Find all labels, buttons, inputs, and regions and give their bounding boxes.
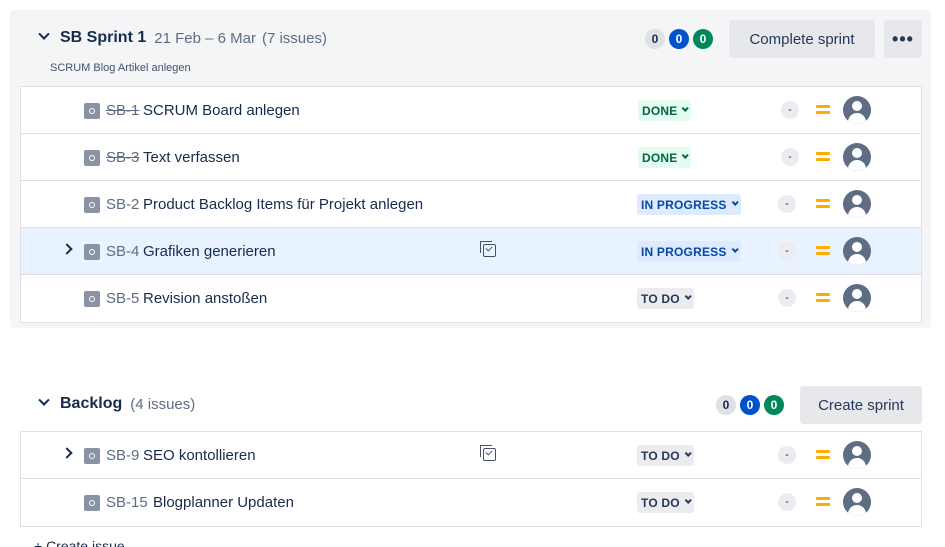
status-label: DONE: [642, 150, 678, 165]
subtasks-icon: [480, 445, 496, 461]
chevron-down-icon: [684, 496, 692, 504]
status-label: IN PROGRESS: [641, 197, 727, 212]
chevron-down-icon: [684, 292, 692, 300]
sprint-goal: SCRUM Blog Artikel anlegen: [50, 62, 191, 74]
chevron-down-icon: [731, 198, 739, 206]
sprint-issue-list: SB-1 SCRUM Board anlegen DONE - SB-3 Tex…: [20, 86, 922, 323]
task-icon: [84, 448, 100, 464]
task-icon: [84, 103, 100, 119]
issue-key[interactable]: SB-4: [106, 243, 139, 260]
issue-summary: Text verfassen: [143, 149, 240, 166]
story-points-badge[interactable]: -: [778, 493, 796, 511]
story-points-badge[interactable]: -: [778, 195, 796, 213]
assignee-avatar[interactable]: [843, 284, 871, 312]
issue-key[interactable]: SB-2: [106, 196, 139, 213]
chevron-down-icon[interactable]: [36, 32, 52, 44]
status-label: TO DO: [641, 291, 680, 306]
chevron-down-icon: [682, 104, 690, 112]
table-row[interactable]: SB-5 Revision anstoßen TO DO -: [21, 275, 921, 322]
issue-key[interactable]: SB-1: [106, 102, 139, 119]
story-points-badge[interactable]: -: [778, 289, 796, 307]
task-icon: [84, 244, 100, 260]
issue-summary: SCRUM Board anlegen: [143, 102, 300, 119]
table-row[interactable]: SB-9 SEO kontollieren TO DO -: [21, 432, 921, 479]
chevron-down-icon: [731, 245, 739, 253]
done-count-badge: 0: [693, 29, 713, 49]
priority-medium-icon: [816, 293, 830, 303]
chevron-down-icon: [684, 449, 692, 457]
chevron-right-icon[interactable]: [61, 243, 73, 255]
sprint-title: SB Sprint 1: [60, 29, 147, 46]
assignee-avatar[interactable]: [843, 488, 871, 516]
status-label: TO DO: [641, 495, 680, 510]
assignee-avatar[interactable]: [843, 237, 871, 265]
backlog-issue-count: (4 issues): [130, 395, 196, 413]
task-icon: [84, 197, 100, 213]
story-points-badge[interactable]: -: [781, 148, 799, 166]
issue-summary: Product Backlog Items für Projekt anlege…: [143, 196, 424, 213]
task-icon: [84, 150, 100, 166]
status-dropdown[interactable]: DONE: [638, 147, 692, 168]
table-row[interactable]: SB-15 Blogplanner Updaten TO DO -: [21, 479, 921, 526]
sprint-header[interactable]: SB Sprint 1 21 Feb – 6 Mar (7 issues): [36, 20, 327, 56]
issue-summary: SEO kontollieren: [143, 447, 256, 464]
issue-summary: Blogplanner Updaten: [153, 494, 294, 511]
backlog-title: Backlog: [60, 395, 123, 412]
status-dropdown[interactable]: TO DO: [637, 492, 694, 513]
status-dropdown[interactable]: TO DO: [637, 288, 694, 309]
priority-medium-icon: [816, 105, 830, 115]
task-icon: [84, 291, 100, 307]
assignee-avatar[interactable]: [843, 441, 871, 469]
issue-summary: Grafiken generieren: [143, 243, 276, 260]
issue-key[interactable]: SB-3: [106, 149, 139, 166]
assignee-avatar[interactable]: [843, 143, 871, 171]
in-progress-count-badge: 0: [740, 395, 760, 415]
issue-key[interactable]: SB-15: [106, 494, 148, 511]
priority-medium-icon: [816, 497, 830, 507]
story-points-badge[interactable]: -: [778, 242, 796, 260]
chevron-right-icon[interactable]: [61, 447, 73, 459]
in-progress-count-badge: 0: [669, 29, 689, 49]
sprint-dates: 21 Feb – 6 Mar: [154, 29, 256, 47]
create-issue-button[interactable]: + Create issue: [34, 538, 125, 547]
story-points-badge[interactable]: -: [781, 101, 799, 119]
status-dropdown[interactable]: IN PROGRESS: [637, 194, 741, 215]
status-dropdown[interactable]: DONE: [638, 100, 692, 121]
status-label: DONE: [642, 103, 678, 118]
table-row[interactable]: SB-4 Grafiken generieren IN PROGRESS -: [21, 228, 921, 275]
table-row[interactable]: SB-2 Product Backlog Items für Projekt a…: [21, 181, 921, 228]
issue-key[interactable]: SB-5: [106, 290, 139, 307]
assignee-avatar[interactable]: [843, 96, 871, 124]
table-row[interactable]: SB-1 SCRUM Board anlegen DONE -: [21, 87, 921, 134]
issue-key[interactable]: SB-9: [106, 447, 139, 464]
subtasks-icon: [480, 241, 496, 257]
task-icon: [84, 495, 100, 511]
backlog-issue-list: SB-9 SEO kontollieren TO DO - SB-15 Blog…: [20, 431, 922, 527]
assignee-avatar[interactable]: [843, 190, 871, 218]
story-points-badge[interactable]: -: [778, 446, 796, 464]
backlog-header[interactable]: Backlog (4 issues): [36, 386, 195, 422]
sprint-issue-count: (7 issues): [261, 29, 327, 47]
priority-medium-icon: [816, 246, 830, 256]
complete-sprint-button[interactable]: Complete sprint: [729, 20, 875, 58]
status-label: TO DO: [641, 448, 680, 463]
todo-count-badge: 0: [716, 395, 736, 415]
status-dropdown[interactable]: IN PROGRESS: [637, 241, 741, 262]
priority-medium-icon: [816, 450, 830, 460]
priority-medium-icon: [816, 152, 830, 162]
status-dropdown[interactable]: TO DO: [637, 445, 694, 466]
chevron-down-icon: [682, 151, 690, 159]
backlog-status-counts: 0 0 0: [716, 395, 784, 415]
todo-count-badge: 0: [645, 29, 665, 49]
more-actions-button[interactable]: •••: [884, 20, 922, 58]
priority-medium-icon: [816, 199, 830, 209]
chevron-down-icon[interactable]: [36, 398, 52, 410]
table-row[interactable]: SB-3 Text verfassen DONE -: [21, 134, 921, 181]
create-sprint-button[interactable]: Create sprint: [800, 386, 922, 424]
done-count-badge: 0: [764, 395, 784, 415]
issue-summary: Revision anstoßen: [143, 290, 268, 307]
status-label: IN PROGRESS: [641, 244, 727, 259]
sprint-status-counts: 0 0 0: [645, 29, 713, 49]
